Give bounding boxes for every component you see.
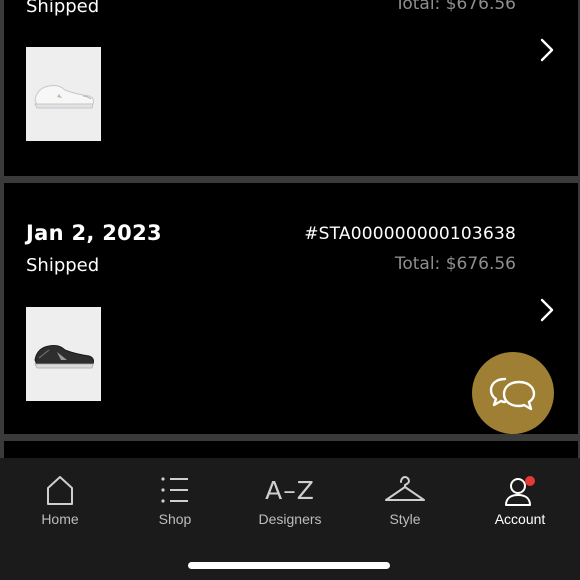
home-indicator[interactable] xyxy=(188,562,390,569)
order-status: Shipped xyxy=(26,255,100,276)
chevron-right-icon[interactable] xyxy=(536,296,558,324)
chat-button[interactable] xyxy=(472,352,554,434)
black-sneaker-image xyxy=(33,345,94,369)
tab-account[interactable]: Account xyxy=(462,458,578,538)
tab-label: Style xyxy=(389,511,421,527)
tab-label: Designers xyxy=(258,511,322,527)
list-icon xyxy=(161,477,188,503)
tab-style[interactable]: Style xyxy=(347,458,463,538)
notification-badge xyxy=(525,476,535,486)
white-sneaker-image xyxy=(33,85,94,109)
order-status: Shipped xyxy=(26,0,100,17)
chevron-right-icon[interactable] xyxy=(536,36,558,64)
account-icon xyxy=(505,476,535,506)
hanger-icon xyxy=(385,476,425,501)
tab-shop[interactable]: Shop xyxy=(117,458,233,538)
order-card[interactable]: Shipped Total: $676.56 xyxy=(4,0,578,176)
order-total: Total: $676.56 xyxy=(394,0,516,14)
order-total: Total: $676.56 xyxy=(394,254,516,274)
chat-bubbles-icon xyxy=(489,377,536,411)
tab-designers[interactable]: A–Z Designers xyxy=(232,458,348,538)
order-number: #STA000000000103638 xyxy=(304,224,516,244)
tab-label: Shop xyxy=(158,511,192,527)
product-thumbnail xyxy=(26,307,101,401)
tab-home[interactable]: Home xyxy=(2,458,118,538)
tab-label: Account xyxy=(494,511,546,527)
az-icon-text: A–Z xyxy=(265,476,315,505)
product-thumbnail xyxy=(26,47,101,141)
home-icon xyxy=(47,476,73,505)
tab-label: Home xyxy=(41,511,79,527)
order-date: Jan 2, 2023 xyxy=(26,221,162,245)
